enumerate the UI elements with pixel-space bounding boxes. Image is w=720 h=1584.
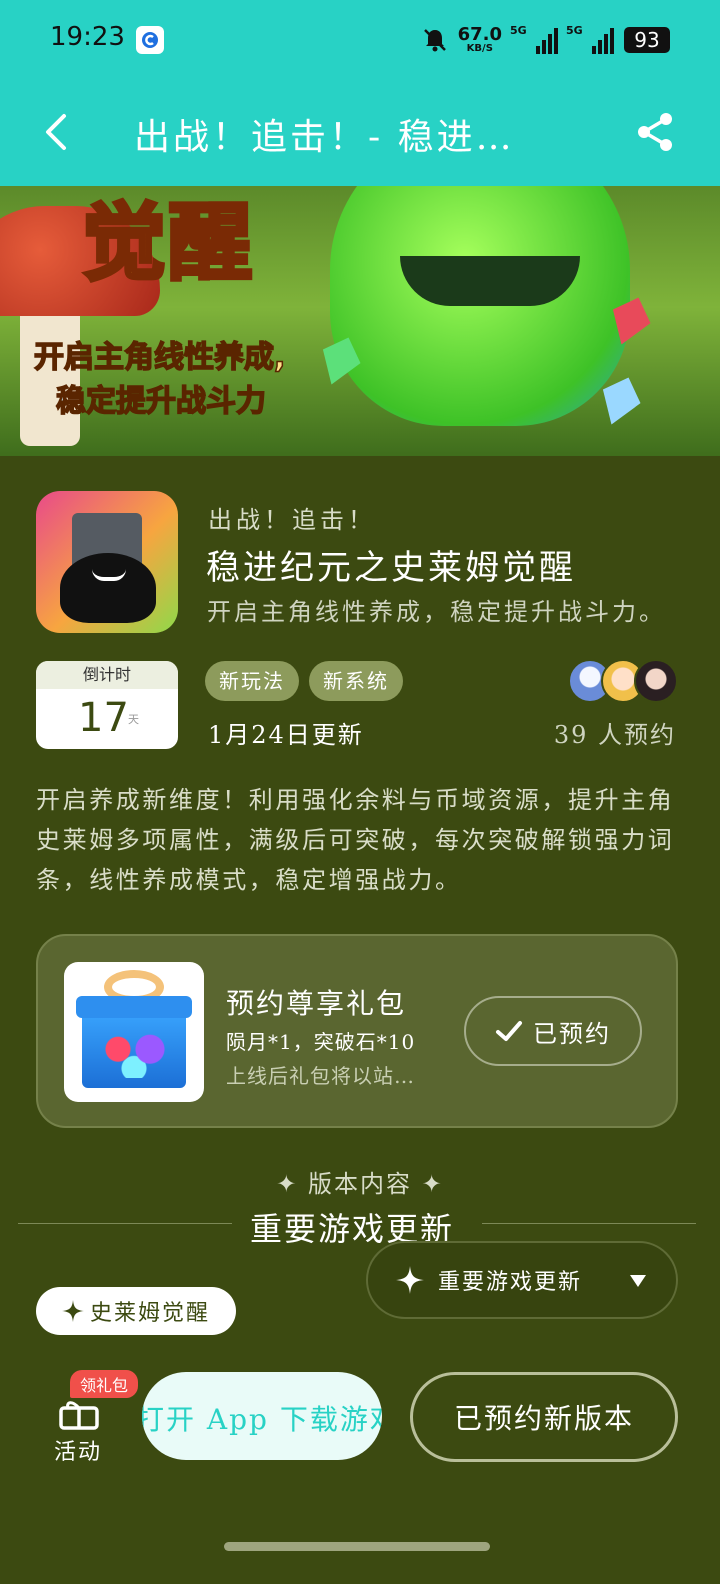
app-bar: 出战！追击！- 稳进… (0, 80, 720, 186)
countdown-value: 17 (78, 695, 129, 741)
reserved-version-button[interactable]: 已预约新版本 (410, 1372, 678, 1462)
gift-reserved-button[interactable]: 已预约 (464, 996, 642, 1066)
activity-button[interactable]: 领礼包 活动 (40, 1370, 139, 1465)
open-app-button[interactable]: 打开 App 下载游戏 (142, 1372, 382, 1460)
gift-box-image (64, 962, 204, 1102)
dropdown-value: 重要游戏更新 (438, 1270, 583, 1295)
page-title: 出战！追击！- 稳进… (134, 117, 515, 158)
battery-icon: 93 (624, 27, 670, 53)
reserved-version-label: 已预约新版本 (453, 1402, 634, 1435)
game-banner[interactable]: 觉醒 开启主角线性养成, 稳定提升战斗力 (0, 186, 720, 456)
chevron-down-icon (630, 1275, 646, 1287)
signal-icon: 5G (510, 24, 558, 54)
gift-reserved-label: 已预约 (533, 1019, 611, 1048)
sparkle-icon (396, 1266, 424, 1294)
reserve-count: 39 人预约 (553, 721, 676, 749)
version-content-label: ✦ 版本内容 ✦ (276, 1170, 444, 1198)
gift-items: 陨月*1，突破石*10 (226, 1030, 416, 1054)
status-bar: 19:23 67.0 KB/S 5G 5G 93 (0, 0, 720, 80)
banner-headline: 觉醒 (80, 191, 255, 294)
top-bar: 19:23 67.0 KB/S 5G 5G 93 出战！追击！- 稳进… (0, 0, 720, 186)
reserved-users-avatars[interactable] (568, 659, 678, 703)
game-name: 稳进纪元之史莱姆觉醒 (206, 548, 576, 588)
slime-character (330, 186, 630, 426)
countdown-label: 倒计时 (36, 661, 178, 689)
mute-bell-icon (423, 29, 446, 52)
signal-icon-2: 5G (566, 24, 614, 54)
game-tagline: 开启主角线性养成，稳定提升战斗力。 (207, 598, 666, 626)
share-icon (638, 113, 672, 151)
banner-slogan: 开启主角线性养成, 稳定提升战斗力 (33, 339, 286, 420)
share-button[interactable] (634, 110, 678, 154)
home-indicator[interactable] (224, 1542, 490, 1551)
version-chip[interactable]: 史莱姆觉醒 (36, 1287, 236, 1335)
checkmark-icon (496, 1021, 522, 1041)
countdown-card: 倒计时 17 天 (36, 661, 178, 749)
tag-new-system[interactable]: 新系统 (309, 661, 403, 701)
countdown-unit: 天 (128, 713, 139, 726)
avatar (634, 659, 678, 703)
slime-mouth (400, 256, 580, 306)
tag-new-gameplay[interactable]: 新玩法 (205, 661, 299, 701)
update-type-dropdown[interactable]: 重要游戏更新 (366, 1241, 678, 1319)
back-button[interactable] (36, 110, 76, 154)
back-arrow-icon (46, 114, 66, 150)
sparkle-icon (61, 1300, 84, 1322)
network-speed: 67.0 KB/S (457, 24, 502, 54)
open-app-label: 打开 App 下载游戏 (142, 1403, 382, 1436)
divider-left (18, 1223, 232, 1224)
gift-title: 预约尊享礼包 (226, 987, 407, 1020)
status-time: 19:23 (50, 22, 125, 52)
game-subtitle: 出战！追击！ (208, 506, 376, 534)
chip-label: 史莱姆觉醒 (89, 1301, 210, 1326)
gift-note: 上线后礼包将以站… (226, 1064, 415, 1088)
gift-badge: 领礼包 (70, 1370, 139, 1398)
game-app-icon[interactable] (36, 491, 178, 633)
update-date: 1月24日更新 (208, 721, 364, 749)
tag-list: 新玩法 新系统 (205, 661, 403, 701)
game-description: 开启养成新维度！利用强化余料与币域资源，提升主角史莱姆多项属性，满级后可突破，每… (36, 786, 675, 894)
gift-icon (59, 1401, 99, 1430)
divider-right (482, 1223, 696, 1224)
activity-label: 活动 (54, 1440, 103, 1465)
app-notification-icon (136, 26, 164, 54)
reservation-gift-card[interactable]: 预约尊享礼包 陨月*1，突破石*10 上线后礼包将以站… 已预约 (36, 934, 678, 1128)
